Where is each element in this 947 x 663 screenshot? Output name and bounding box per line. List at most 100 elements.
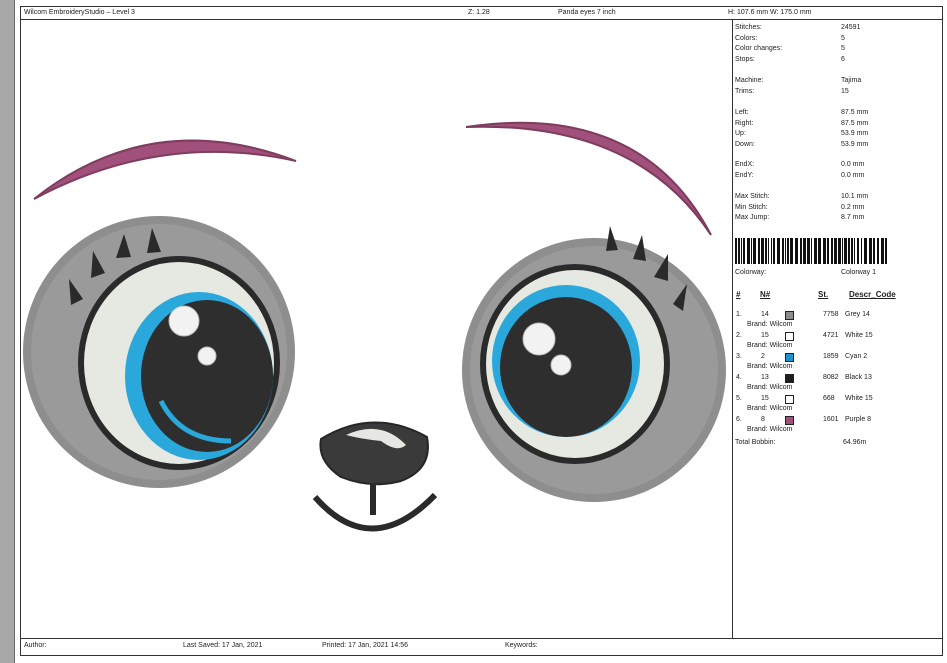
- thread-brand: Brand: Wilcom: [747, 405, 793, 412]
- zoom-level: Z: 1.28: [468, 9, 490, 16]
- barcode-bar: [773, 238, 775, 264]
- stat-label: EndY:: [735, 172, 754, 179]
- stat-row: EndY: 0.0 mm: [735, 171, 940, 181]
- stat-value: 53.9 mm: [841, 141, 869, 148]
- stat-value: 0.2 mm: [841, 204, 865, 211]
- footer-author: Author:: [24, 642, 47, 649]
- stat-row: Down: 53.9 mm: [735, 140, 940, 150]
- barcode-bar: [743, 238, 745, 264]
- barcode-bar: [873, 238, 875, 264]
- stat-value: 87.5 mm: [841, 109, 869, 116]
- header-desc: Descr_Code: [849, 290, 896, 299]
- thread-stitches: 1859: [823, 353, 839, 360]
- stat-label: Color changes:: [735, 45, 783, 52]
- thread-stitches: 4721: [823, 332, 839, 339]
- stat-label: Min Stitch:: [735, 204, 768, 211]
- barcode-bar: [800, 238, 802, 264]
- right-eye: [462, 226, 726, 502]
- barcode-bar: [844, 238, 847, 264]
- thread-description: White 15: [845, 332, 873, 339]
- barcode-bar: [785, 238, 786, 264]
- stat-label: Up:: [735, 130, 746, 137]
- footer-printed: Printed: 17 Jan, 2021 14:56: [322, 642, 409, 649]
- footer-bar: Author: Last Saved: 17 Jan, 2021 Printed…: [20, 638, 943, 656]
- barcode-bar: [771, 238, 772, 264]
- thread-brand: Brand: Wilcom: [747, 384, 793, 391]
- barcode-bar: [842, 238, 843, 264]
- barcode-bar: [807, 238, 810, 264]
- left-eye: [23, 216, 295, 488]
- total-bobbin-value: 64.96m: [843, 439, 867, 446]
- stat-row: Stops: 6: [735, 55, 940, 65]
- stat-row: Trims: 15: [735, 87, 940, 97]
- barcode-bar: [782, 238, 784, 264]
- barcode-bar: [738, 238, 740, 264]
- thread-row: 4. 13 8082 Black 13 Brand: Wilcom: [735, 373, 940, 394]
- thread-code: 15: [761, 395, 769, 402]
- stat-row: Stitches: 24591: [735, 23, 940, 33]
- barcode-bar: [814, 238, 817, 264]
- stat-row: Up: 53.9 mm: [735, 129, 940, 139]
- stat-value: 5: [841, 35, 845, 42]
- total-bobbin-label: Total Bobbin:: [735, 439, 776, 446]
- stat-label: Left:: [735, 109, 749, 116]
- thread-description: Grey 14: [845, 311, 870, 318]
- thread-row: 5. 15 668 White 15 Brand: Wilcom: [735, 394, 940, 415]
- thread-number: 4.: [736, 374, 742, 381]
- stat-value: 6: [841, 56, 845, 63]
- barcode-bar: [761, 238, 764, 264]
- barcode-bar: [861, 238, 862, 264]
- title-bar: Wilcom EmbroideryStudio – Level 3 Z: 1.2…: [20, 6, 943, 20]
- thread-row: 3. 2 1859 Cyan 2 Brand: Wilcom: [735, 352, 940, 373]
- barcode-bar: [851, 238, 853, 264]
- app-title: Wilcom EmbroideryStudio – Level 3: [24, 9, 135, 16]
- barcode-bar: [735, 238, 737, 264]
- stat-row: Min Stitch: 0.2 mm: [735, 203, 940, 213]
- total-bobbin-row: Total Bobbin: 64.96m: [735, 438, 940, 448]
- stat-label: Trims:: [735, 88, 755, 95]
- barcode-bar: [777, 238, 780, 264]
- barcode-bar: [831, 238, 833, 264]
- barcode-bar: [834, 238, 837, 264]
- stat-label: Stops:: [735, 56, 755, 63]
- barcode-bar: [795, 238, 798, 264]
- right-eyebrow: [465, 121, 712, 236]
- barcode-bar: [790, 238, 793, 264]
- design-name: Panda eyes 7 inch: [558, 9, 616, 16]
- barcode-bar: [827, 238, 829, 264]
- thread-stitches: 7758: [823, 311, 839, 318]
- thread-code: 13: [761, 374, 769, 381]
- barcode-bar: [753, 238, 756, 264]
- design-preview: [23, 121, 726, 532]
- barcode-bar: [803, 238, 806, 264]
- header-stitches: St.: [818, 290, 829, 299]
- thread-brand: Brand: Wilcom: [747, 426, 793, 433]
- thread-color-swatch: [785, 395, 794, 404]
- design-size: H: 107.6 mm W: 175.0 mm: [728, 9, 812, 16]
- barcode-bar: [751, 238, 752, 264]
- design-canvas[interactable]: [21, 21, 731, 637]
- thread-row: 6. 8 1601 Purple 8 Brand: Wilcom: [735, 415, 940, 436]
- barcode-bar: [848, 238, 850, 264]
- barcode-bar: [787, 238, 789, 264]
- stat-value: 5: [841, 45, 845, 52]
- barcode-bar: [864, 238, 867, 264]
- barcode-bar: [768, 238, 769, 264]
- stat-value: Tajima: [841, 77, 862, 84]
- thread-stitches: 668: [823, 395, 835, 402]
- thread-brand: Brand: Wilcom: [747, 342, 793, 349]
- barcode-bar: [838, 238, 841, 264]
- stat-row: Left: 87.5 mm: [735, 108, 940, 118]
- thread-number: 5.: [736, 395, 742, 402]
- colorway-value: Colorway 1: [841, 269, 877, 276]
- barcode-bar: [857, 238, 859, 264]
- thread-description: Black 13: [845, 374, 872, 381]
- header-code: N#: [760, 290, 771, 299]
- footer-keywords: Keywords:: [505, 642, 538, 649]
- stat-row: Color changes: 5: [735, 44, 940, 54]
- thread-row: 2. 15 4721 White 15 Brand: Wilcom: [735, 331, 940, 352]
- barcode-bar: [747, 238, 750, 264]
- stat-row: Colors: 5: [735, 34, 940, 44]
- header-num: #: [736, 290, 741, 299]
- thread-color-swatch: [785, 311, 794, 320]
